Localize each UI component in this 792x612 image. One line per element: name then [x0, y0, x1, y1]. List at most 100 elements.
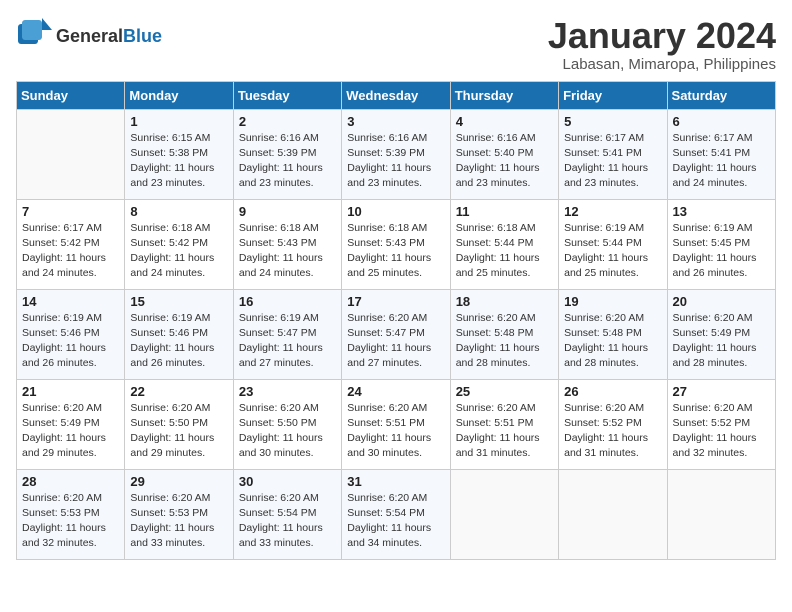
cell-info: Sunrise: 6:17 AM Sunset: 5:41 PM Dayligh… — [673, 131, 770, 192]
day-number: 20 — [673, 294, 770, 309]
day-number: 29 — [130, 474, 227, 489]
cell-info: Sunrise: 6:20 AM Sunset: 5:53 PM Dayligh… — [22, 491, 119, 552]
cell-info: Sunrise: 6:20 AM Sunset: 5:50 PM Dayligh… — [130, 401, 227, 462]
calendar-cell: 26 Sunrise: 6:20 AM Sunset: 5:52 PM Dayli… — [559, 379, 667, 469]
day-number: 18 — [456, 294, 553, 309]
cell-info: Sunrise: 6:20 AM Sunset: 5:51 PM Dayligh… — [347, 401, 444, 462]
day-number: 6 — [673, 114, 770, 129]
calendar-cell: 12Sunrise: 6:19 AM Sunset: 5:44 PM Dayli… — [559, 199, 667, 289]
cell-info: Sunrise: 6:18 AM Sunset: 5:42 PM Dayligh… — [130, 221, 227, 282]
day-number: 15 — [130, 294, 227, 309]
day-number: 14 — [22, 294, 119, 309]
calendar-cell: 11 Sunrise: 6:18 AM Sunset: 5:44 PM Dayli… — [450, 199, 558, 289]
calendar-cell: 19Sunrise: 6:20 AM Sunset: 5:48 PM Dayli… — [559, 289, 667, 379]
week-row-5: 28 Sunrise: 6:20 AM Sunset: 5:53 PM Dayli… — [17, 469, 776, 559]
calendar-cell: 6 Sunrise: 6:17 AM Sunset: 5:41 PM Daylig… — [667, 109, 775, 199]
header-day-friday: Friday — [559, 81, 667, 109]
cell-info: Sunrise: 6:20 AM Sunset: 5:49 PM Dayligh… — [22, 401, 119, 462]
day-number: 11 — [456, 204, 553, 219]
page-header: General Blue January 2024 Labasan, Mimar… — [16, 16, 776, 73]
cell-info: Sunrise: 6:19 AM Sunset: 5:46 PM Dayligh… — [130, 311, 227, 372]
calendar-cell: 28 Sunrise: 6:20 AM Sunset: 5:53 PM Dayli… — [17, 469, 125, 559]
cell-info: Sunrise: 6:20 AM Sunset: 5:52 PM Dayligh… — [673, 401, 770, 462]
cell-info: Sunrise: 6:19 AM Sunset: 5:45 PM Dayligh… — [673, 221, 770, 282]
week-row-3: 14 Sunrise: 6:19 AM Sunset: 5:46 PM Dayli… — [17, 289, 776, 379]
title-block: January 2024 Labasan, Mimaropa, Philippi… — [548, 16, 776, 73]
cell-info: Sunrise: 6:16 AM Sunset: 5:39 PM Dayligh… — [239, 131, 336, 192]
cell-info: Sunrise: 6:20 AM Sunset: 5:49 PM Dayligh… — [673, 311, 770, 372]
calendar-table: SundayMondayTuesdayWednesdayThursdayFrid… — [16, 81, 776, 560]
calendar-subtitle: Labasan, Mimaropa, Philippines — [548, 56, 776, 73]
cell-info: Sunrise: 6:20 AM Sunset: 5:50 PM Dayligh… — [239, 401, 336, 462]
calendar-cell: 2Sunrise: 6:16 AM Sunset: 5:39 PM Daylig… — [233, 109, 341, 199]
calendar-cell: 30 Sunrise: 6:20 AM Sunset: 5:54 PM Dayli… — [233, 469, 341, 559]
day-number: 3 — [347, 114, 444, 129]
week-row-1: 1Sunrise: 6:15 AM Sunset: 5:38 PM Daylig… — [17, 109, 776, 199]
header-day-tuesday: Tuesday — [233, 81, 341, 109]
calendar-cell: 23 Sunrise: 6:20 AM Sunset: 5:50 PM Dayli… — [233, 379, 341, 469]
cell-info: Sunrise: 6:20 AM Sunset: 5:48 PM Dayligh… — [456, 311, 553, 372]
logo-text-blue: Blue — [123, 26, 162, 47]
calendar-cell — [559, 469, 667, 559]
cell-info: Sunrise: 6:20 AM Sunset: 5:51 PM Dayligh… — [456, 401, 553, 462]
calendar-title: January 2024 — [548, 16, 776, 56]
calendar-cell: 31Sunrise: 6:20 AM Sunset: 5:54 PM Dayli… — [342, 469, 450, 559]
calendar-cell: 22Sunrise: 6:20 AM Sunset: 5:50 PM Dayli… — [125, 379, 233, 469]
calendar-cell: 21 Sunrise: 6:20 AM Sunset: 5:49 PM Dayli… — [17, 379, 125, 469]
cell-info: Sunrise: 6:16 AM Sunset: 5:40 PM Dayligh… — [456, 131, 553, 192]
cell-info: Sunrise: 6:17 AM Sunset: 5:42 PM Dayligh… — [22, 221, 119, 282]
cell-info: Sunrise: 6:20 AM Sunset: 5:48 PM Dayligh… — [564, 311, 661, 372]
calendar-header-row: SundayMondayTuesdayWednesdayThursdayFrid… — [17, 81, 776, 109]
header-day-thursday: Thursday — [450, 81, 558, 109]
logo: General Blue — [16, 16, 162, 57]
day-number: 26 — [564, 384, 661, 399]
day-number: 4 — [456, 114, 553, 129]
day-number: 21 — [22, 384, 119, 399]
calendar-cell: 7 Sunrise: 6:17 AM Sunset: 5:42 PM Daylig… — [17, 199, 125, 289]
day-number: 25 — [456, 384, 553, 399]
day-number: 13 — [673, 204, 770, 219]
cell-info: Sunrise: 6:20 AM Sunset: 5:52 PM Dayligh… — [564, 401, 661, 462]
calendar-cell: 25 Sunrise: 6:20 AM Sunset: 5:51 PM Dayli… — [450, 379, 558, 469]
cell-info: Sunrise: 6:19 AM Sunset: 5:44 PM Dayligh… — [564, 221, 661, 282]
day-number: 28 — [22, 474, 119, 489]
day-number: 7 — [22, 204, 119, 219]
header-day-wednesday: Wednesday — [342, 81, 450, 109]
day-number: 8 — [130, 204, 227, 219]
calendar-cell: 17 Sunrise: 6:20 AM Sunset: 5:47 PM Dayli… — [342, 289, 450, 379]
cell-info: Sunrise: 6:18 AM Sunset: 5:44 PM Dayligh… — [456, 221, 553, 282]
cell-info: Sunrise: 6:19 AM Sunset: 5:46 PM Dayligh… — [22, 311, 119, 372]
day-number: 30 — [239, 474, 336, 489]
day-number: 17 — [347, 294, 444, 309]
week-row-4: 21 Sunrise: 6:20 AM Sunset: 5:49 PM Dayli… — [17, 379, 776, 469]
calendar-cell: 24Sunrise: 6:20 AM Sunset: 5:51 PM Dayli… — [342, 379, 450, 469]
cell-info: Sunrise: 6:16 AM Sunset: 5:39 PM Dayligh… — [347, 131, 444, 192]
week-row-2: 7 Sunrise: 6:17 AM Sunset: 5:42 PM Daylig… — [17, 199, 776, 289]
header-day-sunday: Sunday — [17, 81, 125, 109]
cell-info: Sunrise: 6:20 AM Sunset: 5:47 PM Dayligh… — [347, 311, 444, 372]
calendar-cell: 1Sunrise: 6:15 AM Sunset: 5:38 PM Daylig… — [125, 109, 233, 199]
day-number: 1 — [130, 114, 227, 129]
day-number: 9 — [239, 204, 336, 219]
calendar-cell: 29 Sunrise: 6:20 AM Sunset: 5:53 PM Dayli… — [125, 469, 233, 559]
calendar-cell: 4 Sunrise: 6:16 AM Sunset: 5:40 PM Daylig… — [450, 109, 558, 199]
calendar-cell: 8 Sunrise: 6:18 AM Sunset: 5:42 PM Daylig… — [125, 199, 233, 289]
calendar-cell: 27 Sunrise: 6:20 AM Sunset: 5:52 PM Dayli… — [667, 379, 775, 469]
calendar-cell: 3 Sunrise: 6:16 AM Sunset: 5:39 PM Daylig… — [342, 109, 450, 199]
day-number: 27 — [673, 384, 770, 399]
calendar-cell: 5 Sunrise: 6:17 AM Sunset: 5:41 PM Daylig… — [559, 109, 667, 199]
logo-icon — [16, 16, 52, 52]
day-number: 5 — [564, 114, 661, 129]
calendar-cell: 9 Sunrise: 6:18 AM Sunset: 5:43 PM Daylig… — [233, 199, 341, 289]
header-day-saturday: Saturday — [667, 81, 775, 109]
cell-info: Sunrise: 6:18 AM Sunset: 5:43 PM Dayligh… — [239, 221, 336, 282]
cell-info: Sunrise: 6:18 AM Sunset: 5:43 PM Dayligh… — [347, 221, 444, 282]
cell-info: Sunrise: 6:20 AM Sunset: 5:54 PM Dayligh… — [239, 491, 336, 552]
day-number: 23 — [239, 384, 336, 399]
day-number: 31 — [347, 474, 444, 489]
calendar-cell: 10Sunrise: 6:18 AM Sunset: 5:43 PM Dayli… — [342, 199, 450, 289]
cell-info: Sunrise: 6:17 AM Sunset: 5:41 PM Dayligh… — [564, 131, 661, 192]
cell-info: Sunrise: 6:20 AM Sunset: 5:53 PM Dayligh… — [130, 491, 227, 552]
header-day-monday: Monday — [125, 81, 233, 109]
calendar-cell: 14 Sunrise: 6:19 AM Sunset: 5:46 PM Dayli… — [17, 289, 125, 379]
